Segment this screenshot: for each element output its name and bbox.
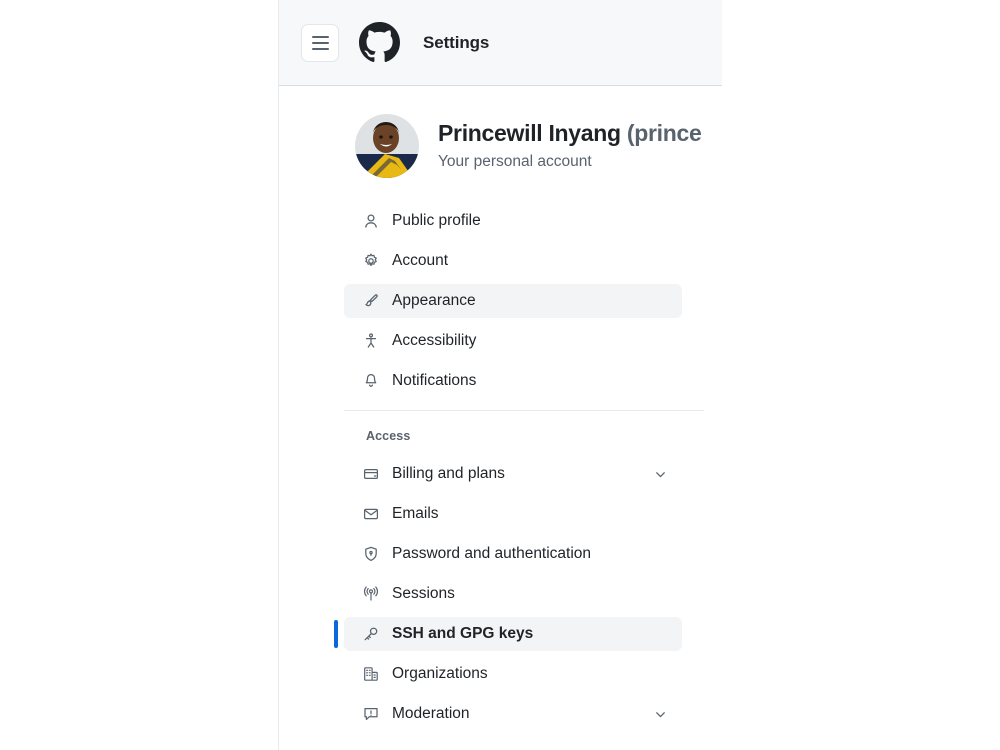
sidebar-item-label: Sessions [392, 585, 455, 602]
sidebar-item-emails[interactable]: Emails [344, 497, 682, 531]
sidebar-item-appearance[interactable]: Appearance [344, 284, 682, 318]
sidebar-item-label: Notifications [392, 372, 477, 389]
accessibility-icon [362, 333, 379, 350]
chevron-down-icon[interactable] [653, 467, 668, 482]
mail-icon [362, 506, 379, 523]
shield-lock-icon [362, 546, 379, 563]
sidebar-item-label: SSH and GPG keys [392, 625, 534, 642]
sidebar-item-sessions[interactable]: Sessions [344, 577, 682, 611]
person-icon [362, 213, 379, 230]
report-icon [362, 706, 379, 723]
sidebar-item-label: Public profile [392, 212, 481, 229]
key-icon [362, 626, 379, 643]
menu-toggle-button[interactable] [301, 23, 339, 62]
profile-name: Princewill Inyang (prince [438, 119, 702, 148]
github-logo-icon[interactable] [359, 22, 400, 63]
sidebar-item-accessibility[interactable]: Accessibility [344, 324, 682, 358]
hamburger-icon-line [311, 47, 329, 50]
nav-group-title-access: Access [366, 429, 411, 443]
chevron-down-icon[interactable] [653, 707, 668, 722]
organization-icon [362, 666, 379, 683]
bell-icon [362, 373, 379, 390]
nav-divider [344, 410, 704, 411]
sidebar-item-billing-and-plans[interactable]: Billing and plans [344, 457, 682, 491]
profile-text: Princewill Inyang (prince Your personal … [438, 119, 702, 173]
sidebar-item-label: Account [392, 252, 449, 269]
app-header: Settings [279, 0, 722, 86]
sidebar-item-label: Moderation [392, 705, 470, 722]
paintbrush-icon [362, 293, 379, 310]
selected-indicator-bar [334, 620, 338, 648]
avatar[interactable] [355, 114, 419, 178]
sidebar-item-notifications[interactable]: Notifications [344, 364, 682, 398]
sidebar-item-label: Organizations [392, 665, 488, 682]
profile-subtitle: Your personal account [438, 153, 592, 171]
profile-handle: (prince [626, 119, 702, 146]
credit-card-icon [362, 466, 379, 483]
hamburger-icon-line [311, 35, 329, 38]
sidebar-item-account[interactable]: Account [344, 244, 682, 278]
sidebar-item-organizations[interactable]: Organizations [344, 657, 682, 691]
sidebar-item-label: Emails [392, 505, 439, 522]
sidebar-item-label: Password and authentication [392, 545, 592, 562]
sidebar-item-public-profile[interactable]: Public profile [344, 204, 682, 238]
profile-display-name: Princewill Inyang [438, 119, 621, 146]
sidebar-item-label: Billing and plans [392, 465, 505, 482]
account-profile-header: Princewill Inyang (prince Your personal … [279, 114, 722, 178]
broadcast-icon [362, 586, 379, 603]
sidebar-item-password-and-authentication[interactable]: Password and authentication [344, 537, 682, 571]
gear-icon [362, 253, 379, 270]
sidebar-item-label: Appearance [392, 292, 476, 309]
settings-viewport: Settings Princewill Inyang (prince Your … [278, 0, 722, 750]
hamburger-icon-line [311, 41, 329, 44]
settings-nav: Public profile Account Appearance Access… [279, 204, 722, 731]
page-title: Settings [423, 32, 490, 52]
sidebar-item-moderation[interactable]: Moderation [344, 697, 682, 731]
sidebar-item-ssh-and-gpg-keys[interactable]: SSH and GPG keys [334, 617, 682, 651]
sidebar-item-label: Accessibility [392, 332, 477, 349]
